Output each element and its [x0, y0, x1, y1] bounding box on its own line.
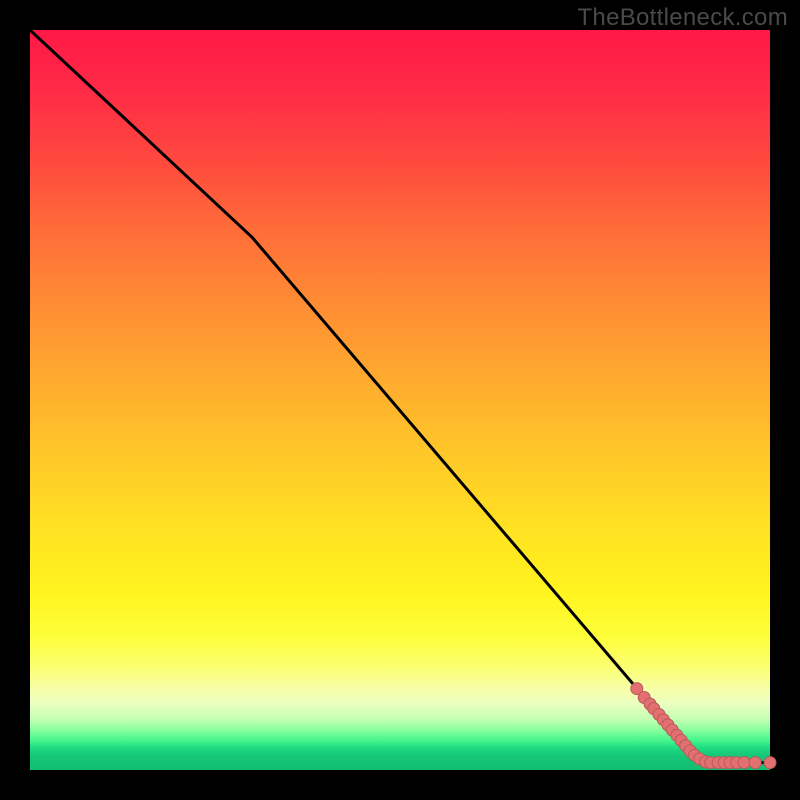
data-marker [764, 757, 776, 769]
watermark-label: TheBottleneck.com [577, 4, 788, 32]
data-marker [738, 757, 750, 769]
data-marker [749, 757, 761, 769]
chart-stage: TheBottleneck.com [0, 0, 800, 800]
curve-line [30, 30, 770, 763]
data-markers [631, 683, 776, 769]
chart-overlay [30, 30, 770, 770]
